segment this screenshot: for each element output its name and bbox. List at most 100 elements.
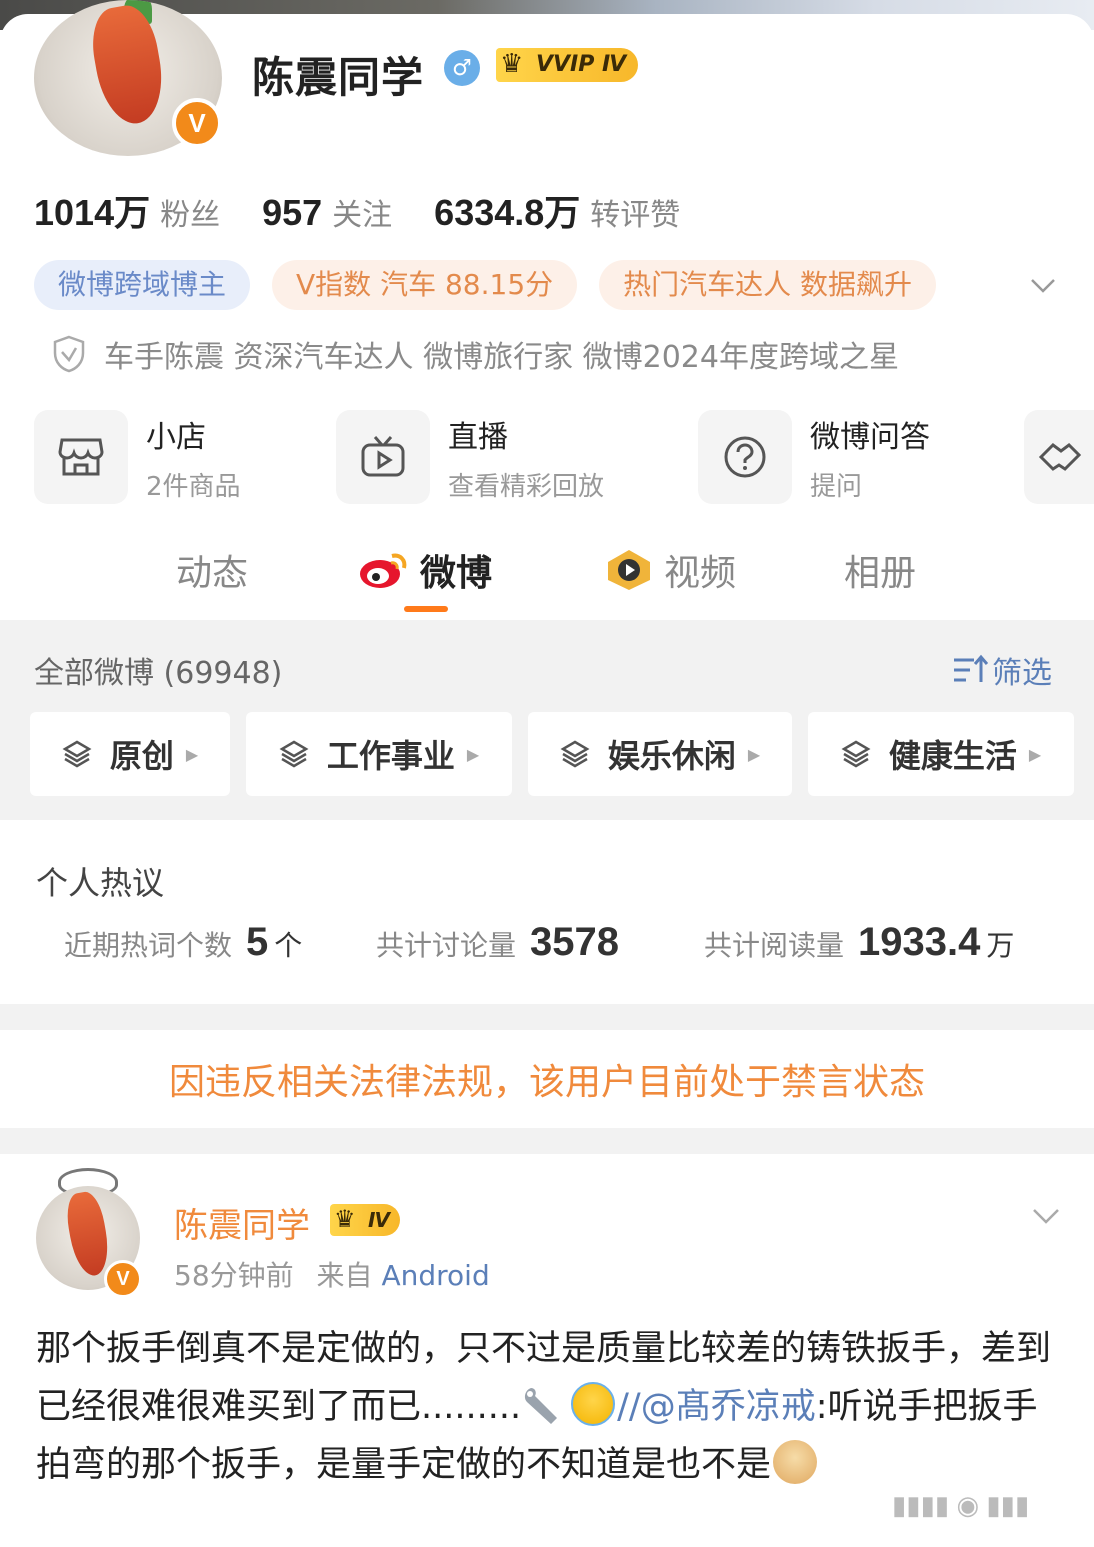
service-shop-title: 小店 bbox=[146, 419, 206, 455]
tab-weibo[interactable]: 微博 bbox=[358, 544, 492, 596]
hot-keywords-stat[interactable]: 近期热词个数 5 个 bbox=[64, 920, 302, 965]
category-health[interactable]: 健康生活 ▶ bbox=[808, 712, 1074, 796]
hot-keywords-label: 近期热词个数 bbox=[64, 929, 233, 962]
fans-count[interactable]: 1014万 bbox=[34, 184, 150, 236]
post-vip-level: Ⅳ bbox=[368, 1208, 390, 1232]
hot-reads-stat[interactable]: 共计阅读量 1933.4 万 bbox=[704, 920, 1014, 965]
tab-album-label: 相册 bbox=[844, 553, 917, 594]
hot-discussion-label: 共计讨论量 bbox=[376, 929, 517, 962]
hot-discussion-stat[interactable]: 共计讨论量 3578 bbox=[376, 920, 619, 965]
following-label: 关注 bbox=[332, 198, 393, 233]
tag-cross-domain[interactable]: 微博跨域博主 bbox=[34, 260, 251, 310]
post-time: 58分钟前 bbox=[174, 1259, 294, 1292]
category-leisure-label: 娱乐休闲 bbox=[607, 737, 736, 775]
service-more[interactable] bbox=[1024, 410, 1094, 504]
profile-tabs: 动态 微博 视频 相册 bbox=[0, 544, 1094, 618]
tab-dynamics[interactable]: 动态 bbox=[176, 544, 248, 596]
filter-button[interactable]: 筛选 bbox=[952, 648, 1052, 692]
post-verified-badge-icon: V bbox=[104, 1260, 142, 1298]
hot-keywords-unit: 个 bbox=[274, 929, 303, 962]
handshake-icon bbox=[1024, 410, 1094, 504]
hot-reads-label: 共计阅读量 bbox=[704, 929, 845, 962]
post-meta: 58分钟前 来自 Android bbox=[174, 1254, 490, 1294]
layers-icon bbox=[62, 740, 92, 768]
watermark-icon: ▮▮▮▮ ◉ ▮▮▮ bbox=[892, 1490, 1030, 1520]
profile-card: V 陈震同学 ♂ ♛ VVIP Ⅳ 1014万 粉丝 957 关注 6334.8… bbox=[0, 0, 1094, 1547]
caret-right-icon: ▶ bbox=[466, 744, 480, 764]
vip-label: VVIP Ⅳ bbox=[536, 52, 627, 77]
profile-stats: 1014万 粉丝 957 关注 6334.8万 转评赞 bbox=[34, 184, 722, 236]
crown-icon: ♛ bbox=[500, 49, 524, 79]
video-icon bbox=[608, 550, 650, 590]
interactions-label: 转评赞 bbox=[590, 198, 681, 233]
category-work-label: 工作事业 bbox=[326, 737, 455, 775]
fans-label: 粉丝 bbox=[160, 198, 221, 233]
service-shop-subtitle: 2件商品 bbox=[146, 471, 241, 502]
tab-dynamics-label: 动态 bbox=[176, 553, 249, 594]
avatar-carrot bbox=[62, 1189, 114, 1279]
layers-icon bbox=[560, 740, 590, 768]
post-vip-badge[interactable]: ♛ Ⅳ bbox=[330, 1204, 400, 1236]
service-shop[interactable]: 小店 2件商品 bbox=[34, 410, 241, 504]
mention-link[interactable]: @髙乔凉戒 bbox=[641, 1387, 816, 1427]
tab-video[interactable]: 视频 bbox=[604, 544, 736, 596]
interactions-count[interactable]: 6334.8万 bbox=[434, 184, 580, 236]
verification-text: 车手陈震 资深汽车达人 微博旅行家 微博2024年度跨域之星 bbox=[104, 340, 899, 375]
caret-right-icon: ▶ bbox=[185, 744, 199, 764]
category-original[interactable]: 原创 ▶ bbox=[30, 712, 230, 796]
tv-icon bbox=[336, 410, 430, 504]
hot-keywords-value: 5 bbox=[246, 920, 269, 964]
tag-v-index[interactable]: V指数 汽车 88.15分 bbox=[272, 260, 578, 310]
chevron-down-icon[interactable] bbox=[1032, 1202, 1060, 1230]
service-qa-subtitle: 提问 bbox=[810, 471, 863, 502]
layers-icon bbox=[841, 740, 871, 768]
filter-icon bbox=[954, 654, 988, 682]
laugh-cry-emoji bbox=[571, 1382, 616, 1426]
filter-label: 筛选 bbox=[992, 656, 1052, 691]
wrench-icon bbox=[525, 1388, 558, 1424]
hot-section-title: 个人热议 bbox=[36, 864, 165, 902]
tab-album[interactable]: 相册 bbox=[844, 544, 916, 596]
avatar-carrot bbox=[86, 1, 170, 129]
vip-badge[interactable]: ♛ VVIP Ⅳ bbox=[496, 48, 639, 82]
divider bbox=[0, 1004, 1094, 1030]
all-weibo-count: 全部微博 (69948) bbox=[34, 656, 283, 691]
category-health-label: 健康生活 bbox=[888, 737, 1017, 775]
repost-separator: // bbox=[617, 1387, 641, 1427]
shop-icon bbox=[34, 410, 128, 504]
following-count[interactable]: 957 bbox=[262, 192, 322, 234]
category-work[interactable]: 工作事业 ▶ bbox=[246, 712, 512, 796]
verification-row: 车手陈震 资深汽车达人 微博旅行家 微博2024年度跨域之星 bbox=[52, 332, 899, 376]
post-from-label: 来自 bbox=[316, 1259, 373, 1292]
profile-tags: 微博跨域博主 V指数 汽车 88.15分 热门汽车达人 数据飙升 bbox=[34, 260, 958, 310]
hot-reads-value: 1933.4 bbox=[858, 920, 981, 964]
layers-icon bbox=[279, 740, 309, 768]
caret-right-icon: ▶ bbox=[1028, 744, 1042, 764]
shield-icon bbox=[53, 335, 85, 373]
active-tab-indicator bbox=[404, 606, 448, 612]
verified-badge-icon: V bbox=[172, 98, 222, 148]
tag-hot-auto[interactable]: 热门汽车达人 数据飙升 bbox=[599, 260, 937, 310]
post-text: 那个扳手倒真不是定做的，只不过是质量比较差的铸铁扳手，差到已经很难很难买到了而已… bbox=[36, 1320, 1056, 1494]
service-live-title: 直播 bbox=[448, 419, 508, 455]
tab-video-label: 视频 bbox=[664, 553, 737, 594]
crown-icon: ♛ bbox=[334, 1205, 356, 1233]
category-original-label: 原创 bbox=[109, 737, 174, 775]
male-icon: ♂ bbox=[444, 50, 480, 86]
post-source[interactable]: Android bbox=[381, 1259, 489, 1292]
hot-reads-unit: 万 bbox=[986, 929, 1015, 962]
tab-weibo-label: 微博 bbox=[420, 553, 493, 594]
doge-emoji bbox=[773, 1440, 818, 1484]
weibo-logo-icon bbox=[360, 553, 407, 588]
category-leisure[interactable]: 娱乐休闲 ▶ bbox=[528, 712, 792, 796]
service-live[interactable]: 直播 查看精彩回放 bbox=[336, 410, 604, 504]
service-qa-title: 微博问答 bbox=[810, 419, 930, 455]
question-icon bbox=[698, 410, 792, 504]
service-live-subtitle: 查看精彩回放 bbox=[448, 471, 605, 502]
chevron-down-icon[interactable] bbox=[1030, 272, 1056, 298]
post-author[interactable]: 陈震同学 bbox=[174, 1198, 310, 1247]
profile-name: 陈震同学 bbox=[252, 53, 425, 102]
caret-right-icon: ▶ bbox=[747, 744, 761, 764]
divider bbox=[0, 1128, 1094, 1154]
service-qa[interactable]: 微博问答 提问 bbox=[698, 410, 930, 504]
